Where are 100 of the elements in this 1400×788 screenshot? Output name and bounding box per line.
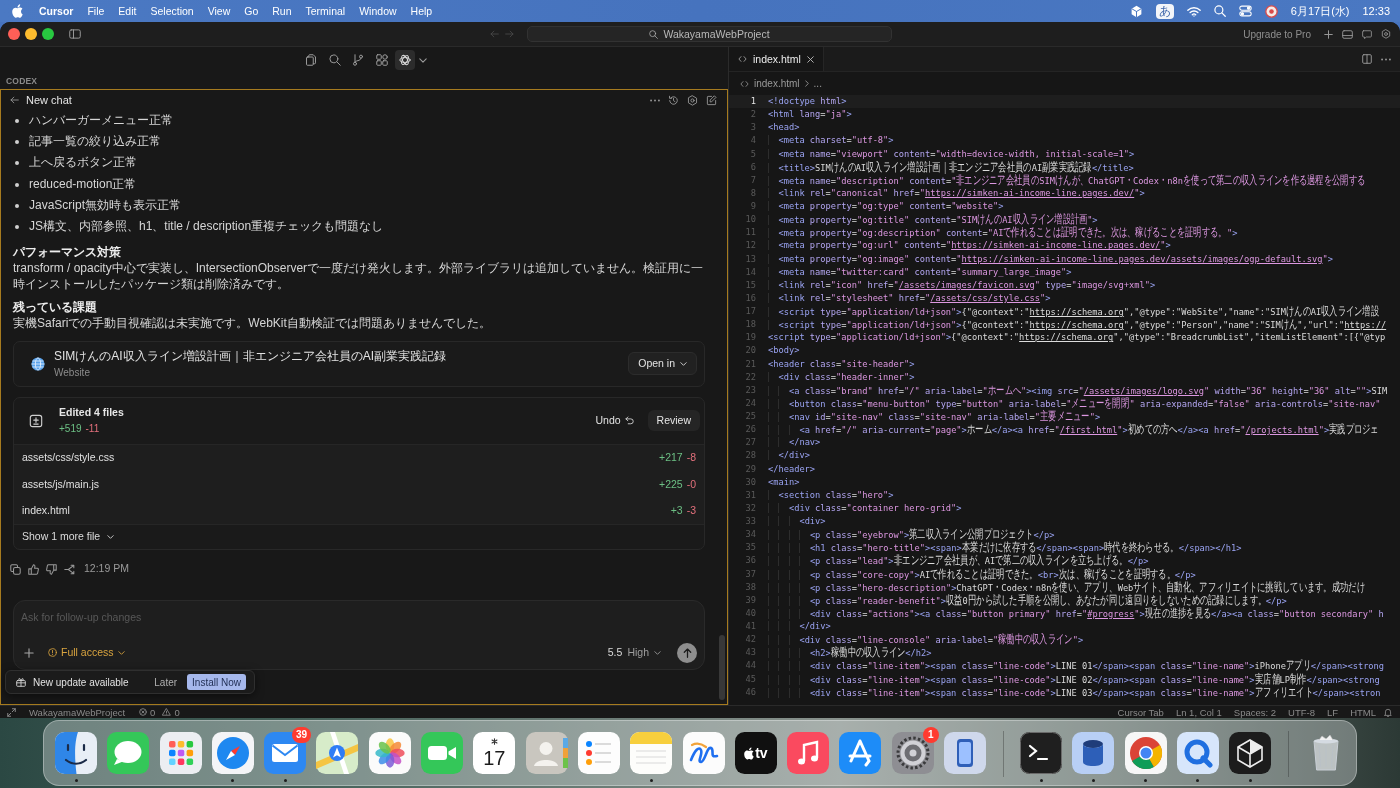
menu-bar-date[interactable]: 6月17日(水) (1290, 3, 1350, 19)
notepad-icon[interactable] (630, 732, 673, 774)
file-path[interactable]: assets/js/main.js (22, 477, 100, 492)
code-line: <head> (768, 121, 800, 135)
compose-icon[interactable] (706, 94, 717, 106)
send-button[interactable] (677, 643, 697, 663)
checklist-icon[interactable] (577, 732, 620, 774)
files-icon[interactable] (305, 54, 318, 66)
command-center-field[interactable]: WakayamaWebProject (527, 26, 892, 42)
map-icon[interactable] (316, 732, 359, 774)
tv-app-tile[interactable]: tv (734, 732, 777, 774)
close-icon[interactable] (806, 55, 814, 63)
smiling-face-icon[interactable] (55, 732, 97, 774)
a-shape-icon[interactable] (839, 732, 882, 774)
phone-icon[interactable] (944, 732, 987, 774)
status-item[interactable]: HTML (1350, 706, 1376, 718)
diagonal-arrows-icon[interactable] (7, 707, 16, 717)
menu-bar-item[interactable]: Terminal (298, 5, 353, 17)
plus-icon[interactable] (1324, 29, 1333, 39)
settings-icon[interactable] (687, 94, 698, 106)
file-path[interactable]: assets/css/style.css (22, 451, 115, 465)
calendar-app-tile[interactable]: 17 (473, 732, 516, 774)
target-icon[interactable] (1264, 4, 1278, 18)
status-item[interactable]: Spaces: 2 (1233, 706, 1277, 718)
video-camera-icon[interactable] (421, 732, 464, 774)
show-more-files-button[interactable]: Show 1 more file (22, 530, 115, 545)
menu-bar-item[interactable]: View (200, 5, 238, 17)
settings-icon[interactable] (1381, 29, 1391, 39)
cylinder-icon[interactable] (1072, 732, 1115, 774)
apple-icon[interactable] (12, 4, 23, 18)
menu-bar-item[interactable]: Edit (111, 5, 144, 17)
more-icon[interactable] (1381, 57, 1391, 61)
model-dropdown[interactable]: 5.5 High (607, 646, 661, 660)
close-window-button[interactable] (8, 28, 20, 40)
cube-icon[interactable] (1229, 732, 1272, 774)
bell-icon[interactable] (1384, 707, 1392, 717)
compass-icon[interactable] (211, 732, 254, 774)
toggles-icon[interactable] (1238, 5, 1252, 17)
sidebar-toggle-icon[interactable] (69, 29, 81, 39)
code-line: <meta property="og:title" content="SIMけんのAI収入ライン増設計画"> (768, 213, 1098, 227)
breadcrumb-item[interactable]: ... (813, 78, 822, 89)
code-line: <html lang="ja"> (768, 108, 852, 122)
scribble-icon[interactable] (682, 732, 725, 774)
link-type: Website (54, 365, 91, 379)
split-editor-icon[interactable] (1362, 54, 1372, 64)
flower-icon[interactable] (368, 732, 411, 774)
search-icon[interactable] (328, 54, 341, 66)
editor-tab[interactable]: index.html (729, 47, 824, 71)
panel-layout-icon[interactable] (1342, 29, 1353, 39)
back-arrow-icon[interactable] (10, 96, 19, 104)
undo-button[interactable]: Undo (589, 410, 640, 432)
zoom-window-button[interactable] (42, 28, 54, 40)
person-card-icon[interactable] (525, 732, 568, 774)
upgrade-link[interactable]: Upgrade to Pro (1243, 28, 1311, 40)
more-icon[interactable] (650, 98, 660, 102)
gear-icon[interactable] (891, 732, 934, 774)
menu-bar-item[interactable]: Window (352, 5, 404, 17)
search-icon[interactable] (1213, 5, 1226, 17)
status-item[interactable]: LF (1327, 706, 1339, 718)
thumbs-down-icon[interactable] (46, 563, 57, 575)
magnifier-icon[interactable] (1176, 732, 1219, 774)
music-note-icon[interactable] (787, 732, 830, 774)
status-item[interactable]: Cursor Tab (1117, 706, 1164, 718)
scrollbar-thumb[interactable] (719, 635, 725, 700)
terminal-prompt-icon[interactable] (1020, 732, 1062, 774)
app-menu[interactable]: Cursor (32, 5, 81, 17)
menu-bar-item[interactable]: Run (265, 5, 299, 17)
access-dropdown[interactable]: Full access (48, 646, 125, 660)
chevron-down-icon[interactable] (418, 57, 427, 63)
menu-bar-item[interactable]: Help (403, 5, 440, 17)
menu-bar-time[interactable]: 12:33 (1362, 5, 1390, 17)
envelope-icon[interactable] (264, 732, 307, 774)
minimize-window-button[interactable] (25, 28, 37, 40)
plus-icon[interactable] (24, 648, 34, 658)
menu-bar-item[interactable]: Go (237, 5, 266, 17)
extensions-icon[interactable] (375, 54, 388, 66)
branch-icon[interactable] (352, 54, 365, 66)
later-button[interactable]: Later (154, 675, 178, 689)
file-path[interactable]: index.html (22, 504, 70, 518)
history-icon[interactable] (668, 94, 679, 106)
install-now-button[interactable]: Install Now (187, 674, 246, 690)
menu-bar-item[interactable]: File (80, 5, 112, 17)
open-in-button[interactable]: Open in (628, 352, 697, 376)
thumbs-up-icon[interactable] (28, 563, 39, 575)
warning-icon (162, 708, 172, 716)
wifi-icon[interactable] (1186, 5, 1201, 17)
app-grid-icon[interactable] (159, 732, 202, 774)
problems-indicator[interactable]: 0 0 (139, 706, 180, 718)
project-name[interactable]: WakayamaWebProject (29, 706, 126, 718)
speech-bubble-icon[interactable] (107, 732, 150, 774)
copy-icon[interactable] (10, 563, 21, 575)
menu-bar-item[interactable]: Selection (143, 5, 201, 17)
review-button[interactable]: Review (647, 410, 700, 432)
status-item[interactable]: UTF-8 (1288, 706, 1316, 718)
split-arrow-icon[interactable] (64, 563, 75, 575)
input-mode-indicator[interactable]: あ (1155, 3, 1174, 19)
status-item[interactable]: Ln 1, Col 1 (1175, 706, 1222, 718)
chat-bubble-icon[interactable] (1362, 29, 1372, 39)
breadcrumb-item[interactable]: index.html (754, 78, 800, 89)
atom-icon[interactable] (395, 50, 416, 70)
